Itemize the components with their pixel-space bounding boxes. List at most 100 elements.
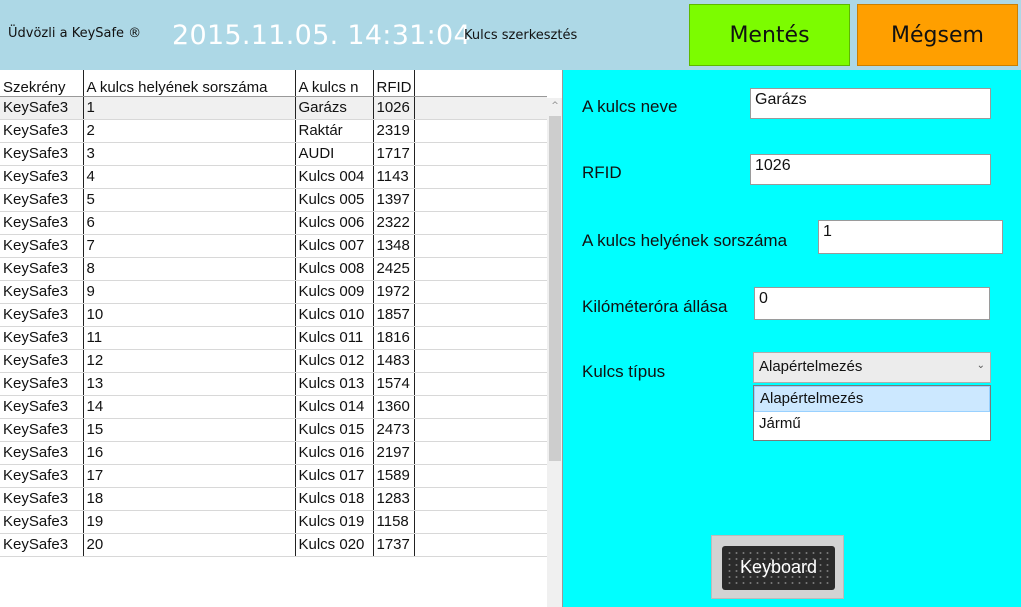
cell-rfid[interactable]: 2322 — [373, 211, 415, 235]
cell-slot[interactable]: 20 — [83, 533, 296, 557]
cell-rfid[interactable]: 1026 — [373, 96, 415, 120]
cell-name[interactable]: Kulcs 009 — [295, 280, 374, 304]
cell-slot[interactable]: 10 — [83, 303, 296, 327]
table-row[interactable]: KeySafe3 8 Kulcs 008 2425 — [0, 257, 547, 281]
cell-cabinet[interactable]: KeySafe3 — [0, 280, 84, 304]
cell-name[interactable]: Kulcs 010 — [295, 303, 374, 327]
cell-slot[interactable]: 6 — [83, 211, 296, 235]
rfid-input[interactable]: 1026 — [750, 154, 991, 185]
table-row[interactable]: KeySafe3 3 AUDI 1717 — [0, 142, 547, 166]
odometer-input[interactable]: 0 — [754, 287, 990, 320]
cell-slot[interactable]: 7 — [83, 234, 296, 258]
cell-cabinet[interactable]: KeySafe3 — [0, 188, 84, 212]
cell-name[interactable]: Kulcs 005 — [295, 188, 374, 212]
cell-cabinet[interactable]: KeySafe3 — [0, 142, 84, 166]
cell-name[interactable]: Kulcs 011 — [295, 326, 374, 350]
cell-cabinet[interactable]: KeySafe3 — [0, 96, 84, 120]
cell-cabinet[interactable]: KeySafe3 — [0, 326, 84, 350]
cell-slot[interactable]: 4 — [83, 165, 296, 189]
cell-rfid[interactable]: 1816 — [373, 326, 415, 350]
cell-name[interactable]: Kulcs 020 — [295, 533, 374, 557]
grid-scrollbar[interactable]: ^ — [547, 98, 562, 607]
cell-slot[interactable]: 3 — [83, 142, 296, 166]
slot-number-input[interactable]: 1 — [818, 220, 1003, 254]
cell-name[interactable]: Garázs — [295, 96, 374, 120]
table-row[interactable]: KeySafe3 4 Kulcs 004 1143 — [0, 165, 547, 189]
cell-rfid[interactable]: 2319 — [373, 119, 415, 143]
cell-cabinet[interactable]: KeySafe3 — [0, 211, 84, 235]
cell-slot[interactable]: 8 — [83, 257, 296, 281]
table-row[interactable]: KeySafe3 19 Kulcs 019 1158 — [0, 510, 547, 534]
key-type-option-vehicle[interactable]: Jármű — [754, 412, 990, 438]
table-row[interactable]: KeySafe3 1 Garázs 1026 — [0, 96, 547, 120]
cell-rfid[interactable]: 1857 — [373, 303, 415, 327]
cell-name[interactable]: Kulcs 007 — [295, 234, 374, 258]
chevron-down-icon[interactable]: ⌄ — [977, 360, 985, 371]
cell-cabinet[interactable]: KeySafe3 — [0, 234, 84, 258]
table-row[interactable]: KeySafe3 6 Kulcs 006 2322 — [0, 211, 547, 235]
cell-cabinet[interactable]: KeySafe3 — [0, 165, 84, 189]
cell-cabinet[interactable]: KeySafe3 — [0, 257, 84, 281]
table-row[interactable]: KeySafe3 11 Kulcs 011 1816 — [0, 326, 547, 350]
cell-cabinet[interactable]: KeySafe3 — [0, 441, 84, 465]
cell-rfid[interactable]: 1283 — [373, 487, 415, 511]
cell-slot[interactable]: 16 — [83, 441, 296, 465]
cell-cabinet[interactable]: KeySafe3 — [0, 349, 84, 373]
column-header-cabinet[interactable]: Szekrény — [0, 70, 84, 97]
cell-cabinet[interactable]: KeySafe3 — [0, 487, 84, 511]
scroll-up-icon[interactable]: ^ — [547, 98, 562, 114]
cell-rfid[interactable]: 1360 — [373, 395, 415, 419]
cell-name[interactable]: Kulcs 017 — [295, 464, 374, 488]
cell-rfid[interactable]: 1348 — [373, 234, 415, 258]
key-type-option-default[interactable]: Alapértelmezés — [754, 386, 990, 412]
cancel-button[interactable]: Mégsem — [857, 4, 1018, 66]
cell-cabinet[interactable]: KeySafe3 — [0, 119, 84, 143]
cell-cabinet[interactable]: KeySafe3 — [0, 372, 84, 396]
cell-rfid[interactable]: 2425 — [373, 257, 415, 281]
table-row[interactable]: KeySafe3 5 Kulcs 005 1397 — [0, 188, 547, 212]
table-row[interactable]: KeySafe3 18 Kulcs 018 1283 — [0, 487, 547, 511]
table-row[interactable]: KeySafe3 9 Kulcs 009 1972 — [0, 280, 547, 304]
cell-name[interactable]: Kulcs 014 — [295, 395, 374, 419]
cell-cabinet[interactable]: KeySafe3 — [0, 395, 84, 419]
cell-slot[interactable]: 15 — [83, 418, 296, 442]
column-header-slot[interactable]: A kulcs helyének sorszáma — [83, 70, 296, 97]
cell-rfid[interactable]: 2197 — [373, 441, 415, 465]
cell-name[interactable]: Kulcs 004 — [295, 165, 374, 189]
cell-slot[interactable]: 5 — [83, 188, 296, 212]
cell-name[interactable]: Kulcs 018 — [295, 487, 374, 511]
table-row[interactable]: KeySafe3 13 Kulcs 013 1574 — [0, 372, 547, 396]
cell-name[interactable]: Kulcs 006 — [295, 211, 374, 235]
cell-cabinet[interactable]: KeySafe3 — [0, 464, 84, 488]
cell-cabinet[interactable]: KeySafe3 — [0, 510, 84, 534]
key-name-input[interactable]: Garázs — [750, 88, 991, 119]
table-row[interactable]: KeySafe3 20 Kulcs 020 1737 — [0, 533, 547, 557]
table-row[interactable]: KeySafe3 14 Kulcs 014 1360 — [0, 395, 547, 419]
cell-rfid[interactable]: 1158 — [373, 510, 415, 534]
cell-slot[interactable]: 11 — [83, 326, 296, 350]
cell-rfid[interactable]: 1143 — [373, 165, 415, 189]
table-row[interactable]: KeySafe3 16 Kulcs 016 2197 — [0, 441, 547, 465]
cell-rfid[interactable]: 1737 — [373, 533, 415, 557]
column-header-rfid[interactable]: RFID — [373, 70, 415, 97]
table-row[interactable]: KeySafe3 10 Kulcs 010 1857 — [0, 303, 547, 327]
cell-slot[interactable]: 13 — [83, 372, 296, 396]
cell-name[interactable]: Kulcs 008 — [295, 257, 374, 281]
key-type-select[interactable]: Alapértelmezés ⌄ — [753, 352, 991, 383]
cell-name[interactable]: Kulcs 015 — [295, 418, 374, 442]
cell-name[interactable]: Raktár — [295, 119, 374, 143]
cell-slot[interactable]: 9 — [83, 280, 296, 304]
table-row[interactable]: KeySafe3 7 Kulcs 007 1348 — [0, 234, 547, 258]
table-row[interactable]: KeySafe3 12 Kulcs 012 1483 — [0, 349, 547, 373]
cell-slot[interactable]: 1 — [83, 96, 296, 120]
cell-slot[interactable]: 12 — [83, 349, 296, 373]
cell-name[interactable]: Kulcs 019 — [295, 510, 374, 534]
cell-rfid[interactable]: 1574 — [373, 372, 415, 396]
table-row[interactable]: KeySafe3 15 Kulcs 015 2473 — [0, 418, 547, 442]
cell-rfid[interactable]: 1972 — [373, 280, 415, 304]
cell-name[interactable]: Kulcs 013 — [295, 372, 374, 396]
cell-rfid[interactable]: 1483 — [373, 349, 415, 373]
scrollbar-thumb[interactable] — [549, 116, 561, 461]
cell-rfid[interactable]: 1589 — [373, 464, 415, 488]
cell-rfid[interactable]: 1717 — [373, 142, 415, 166]
